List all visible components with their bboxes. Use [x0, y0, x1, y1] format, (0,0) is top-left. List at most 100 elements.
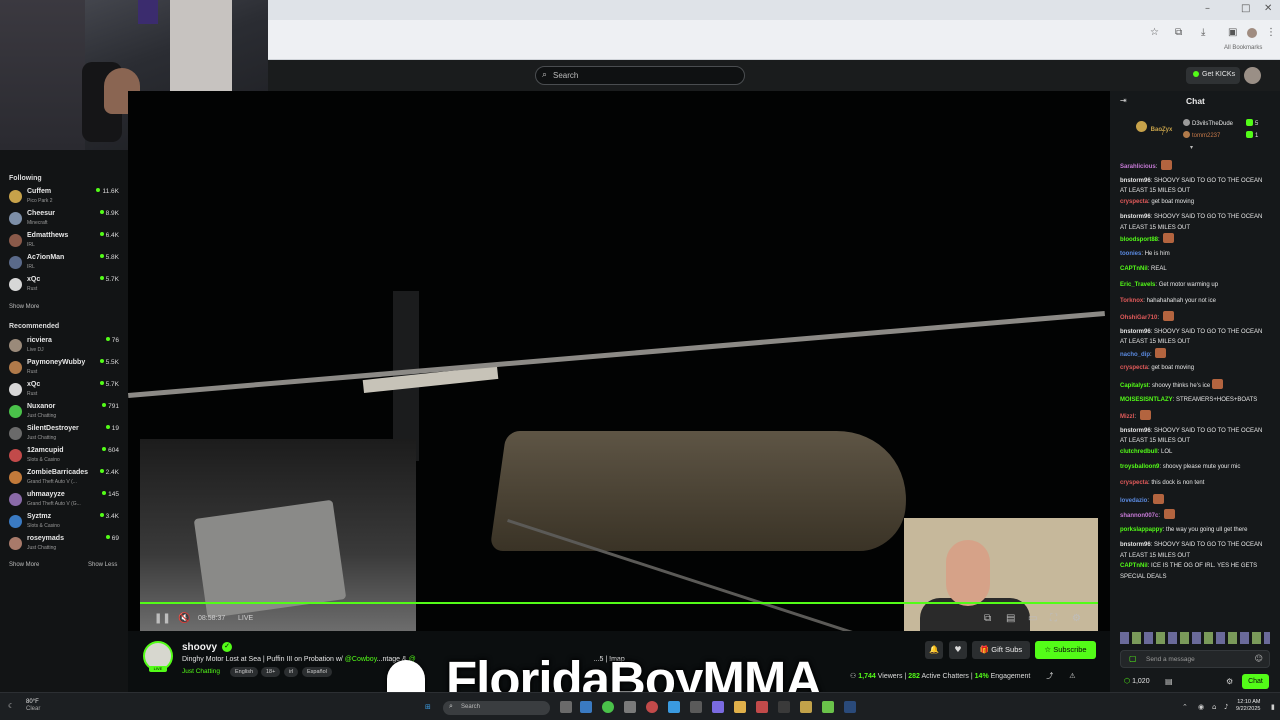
all-bookmarks-link[interactable]: All Bookmarks [1224, 45, 1262, 51]
clip-icon[interactable]: ⧉ [984, 613, 991, 624]
recommended-item[interactable]: ricviera Live DJ 76 [0, 336, 128, 356]
show-less-recommended[interactable]: Show Less [88, 562, 117, 568]
recommended-item[interactable]: uhmaayyze Grand Theft Auto V (G... 145 [0, 490, 128, 510]
chat-username[interactable]: MOISESISNTLAZY [1120, 397, 1173, 403]
leaderboard-name-3[interactable]: tomm2237 [1192, 133, 1220, 139]
chat-username[interactable]: Eric_Travels [1120, 282, 1155, 288]
taskbar-search[interactable]: ⌕ Search [443, 701, 550, 715]
app-icon-1[interactable] [624, 701, 636, 713]
following-item[interactable]: Cheesur Minecraft 8.9K [0, 209, 128, 229]
volume-mute-icon[interactable]: 🔇 [178, 613, 190, 624]
chat-username[interactable]: cryspecta [1120, 480, 1148, 486]
app-icon-3[interactable] [668, 701, 680, 713]
app-icon-5[interactable] [756, 701, 768, 713]
app-icon-2[interactable] [646, 701, 658, 713]
recommended-item[interactable]: PaymoneyWubby Rust 5.5K [0, 358, 128, 378]
chat-username[interactable]: bnstorm96 [1120, 542, 1151, 548]
show-more-recommended[interactable]: Show More [9, 562, 39, 568]
chat-username[interactable]: porkslappappy [1120, 527, 1163, 533]
recommended-item[interactable]: Nuxanor Just Chatting 791 [0, 402, 128, 422]
chat-username[interactable]: bnstorm96 [1120, 214, 1151, 220]
recommended-item[interactable]: ZombieBarricades Grand Theft Auto V (... 2… [0, 468, 128, 488]
weather-widget[interactable]: 80°F Clear [26, 699, 40, 713]
emoji-icon[interactable]: ☺ [1255, 654, 1263, 663]
chat-username[interactable]: OhshiGar710 [1120, 315, 1157, 321]
recommended-item[interactable]: Syztmz Slots & Casino 3.4K [0, 512, 128, 532]
tag-english[interactable]: English [230, 667, 259, 677]
chat-username[interactable]: Capitalyst [1120, 383, 1149, 389]
tray-chevron-icon[interactable]: ⌃ [1182, 703, 1188, 711]
downloads-icon[interactable]: ⤓ [1201, 27, 1205, 38]
recommended-item[interactable]: xQc Rust 5.7K [0, 380, 128, 400]
tag-irl[interactable]: irl [284, 667, 299, 677]
following-item[interactable]: xQc Rust 5.7K [0, 275, 128, 295]
emote-bar[interactable] [1120, 632, 1270, 644]
following-item[interactable]: Ac7ionMan IRL 5.8K [0, 253, 128, 273]
stream-category[interactable]: Just Chatting [182, 668, 220, 675]
app-icon-4[interactable] [690, 701, 702, 713]
store-icon[interactable]: ▤ [1165, 677, 1173, 686]
steam-icon[interactable] [844, 701, 856, 713]
video-player[interactable]: ❚❚ 🔇 08:58:37 LIVE ⧉ ▤ ▭ ⛶ ⚙ [128, 91, 1110, 631]
chat-username[interactable]: toonies [1120, 251, 1141, 257]
notification-bell-button[interactable]: 🔔 [925, 641, 943, 659]
minimize-icon[interactable]: – [1205, 3, 1210, 14]
follow-heart-button[interactable]: ♥ [949, 641, 967, 659]
chat-username[interactable]: nacho_dip [1120, 352, 1150, 358]
kicks-balance[interactable]: ⬡ 1,020 [1124, 677, 1150, 685]
tag-espanol[interactable]: Español [302, 667, 332, 677]
chat-username[interactable]: CAPTnNil [1120, 563, 1148, 569]
stream-title-mention-1[interactable]: @Cowboy [345, 656, 377, 663]
recommended-item[interactable]: SilentDestroyer Just Chatting 19 [0, 424, 128, 444]
bookmark-star-icon[interactable]: ☆ [1150, 27, 1159, 38]
sidepanel-icon[interactable]: ▣ [1228, 27, 1237, 38]
tray-app-icon[interactable]: ◉ [1198, 703, 1204, 711]
chat-username[interactable]: lovedazio [1120, 498, 1147, 504]
edge-icon[interactable] [580, 701, 592, 713]
chrome-icon[interactable] [602, 701, 614, 713]
tag-18plus[interactable]: 18+ [261, 667, 281, 677]
show-more-following[interactable]: Show More [9, 304, 39, 310]
fullscreen-icon[interactable]: ⛶ [1050, 613, 1057, 624]
gift-subs-button[interactable]: 🎁 Gift Subs [972, 641, 1030, 659]
chat-username[interactable]: bloodsport88 [1120, 237, 1158, 243]
chat-username[interactable]: shannon007c [1120, 513, 1158, 519]
pause-icon[interactable]: ❚❚ [154, 613, 171, 624]
chat-username[interactable]: cryspecta [1120, 199, 1148, 205]
menu-icon[interactable]: ⋮ [1266, 27, 1276, 38]
user-avatar[interactable] [1244, 67, 1261, 84]
recommended-item[interactable]: roseymads Just Chatting 69 [0, 534, 128, 554]
file-explorer-icon[interactable] [734, 701, 746, 713]
theater-icon[interactable]: ▭ [1028, 613, 1037, 624]
chat-username[interactable]: Torknox [1120, 298, 1143, 304]
chat-username[interactable]: CAPTnNil [1120, 266, 1148, 272]
expand-leaderboard-icon[interactable]: ▾ [1190, 144, 1193, 151]
chat-username[interactable]: clutchredbull [1120, 449, 1158, 455]
chat-username[interactable]: bnstorm96 [1120, 329, 1151, 335]
chat-settings-icon[interactable]: ⚙ [1226, 677, 1233, 686]
subscribe-button[interactable]: ☆ Subscribe [1035, 641, 1096, 659]
volume-icon[interactable]: ♪ [1224, 703, 1228, 711]
profile-icon[interactable] [1247, 28, 1257, 38]
app-icon-6[interactable] [778, 701, 790, 713]
notifications-icon[interactable]: ▮ [1271, 703, 1275, 711]
network-icon[interactable]: ⌂ [1212, 703, 1216, 711]
extensions-icon[interactable]: ⧉ [1175, 27, 1182, 38]
task-view-icon[interactable] [560, 701, 572, 713]
collapse-chat-icon[interactable]: ⇥ [1120, 96, 1127, 105]
following-item[interactable]: Cuffem Pico Park 2 11.6K [0, 187, 128, 207]
quality-icon[interactable]: ▤ [1006, 613, 1015, 624]
close-icon[interactable]: ✕ [1264, 3, 1272, 14]
share-icon[interactable]: ⤴ [1046, 673, 1053, 680]
chat-username[interactable]: troysballoon9 [1120, 464, 1159, 470]
settings-icon[interactable]: ⚙ [1072, 613, 1081, 624]
app-icon-7[interactable] [800, 701, 812, 713]
chat-username[interactable]: Mizzl [1120, 414, 1134, 420]
get-kicks-button[interactable]: Get KICKs [1186, 67, 1240, 84]
start-icon[interactable]: ⊞ [425, 703, 431, 711]
send-chat-button[interactable]: Chat [1242, 674, 1269, 689]
discord-icon[interactable] [712, 701, 724, 713]
chat-input[interactable]: ▢ Send a message ☺ [1120, 650, 1270, 668]
chat-username[interactable]: bnstorm96 [1120, 428, 1151, 434]
following-item[interactable]: Edmatthews IRL 6.4K [0, 231, 128, 251]
